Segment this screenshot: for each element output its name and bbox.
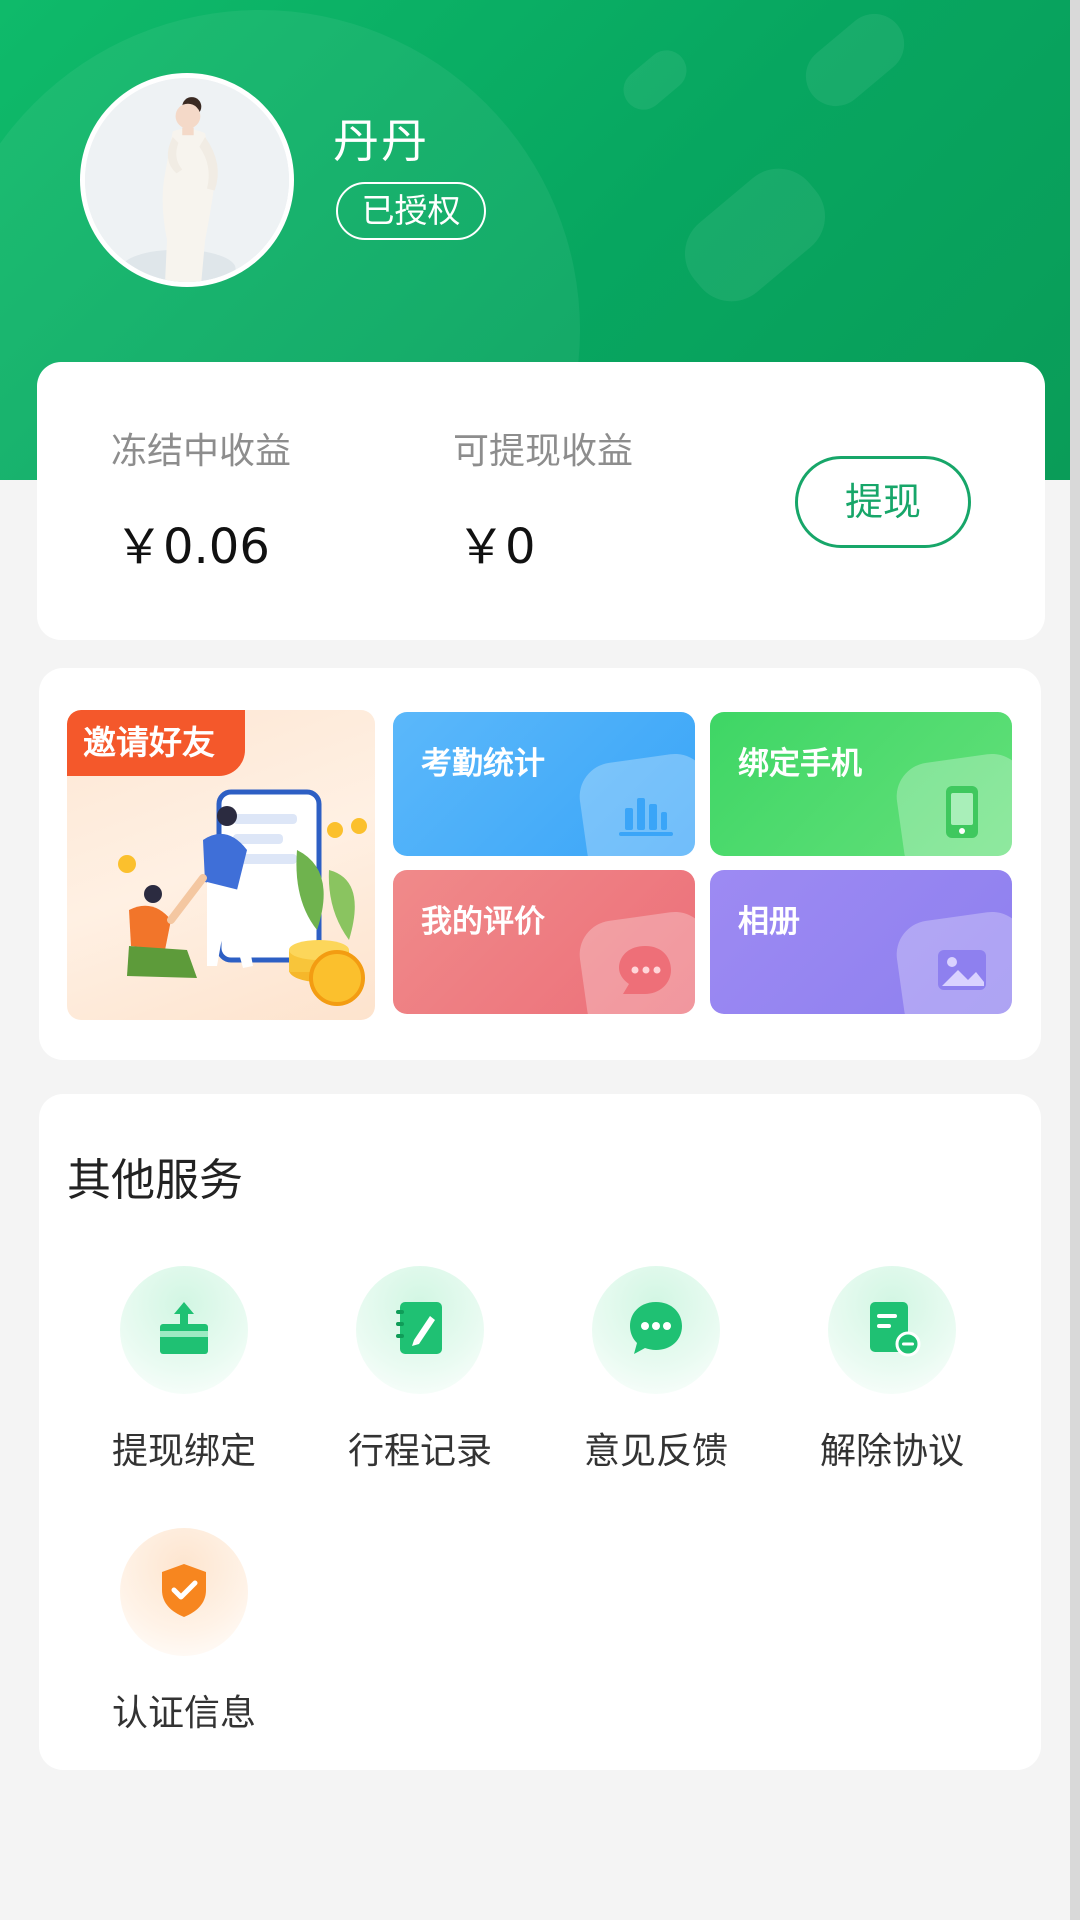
service-label: 行程记录 bbox=[347, 1431, 492, 1472]
document-remove-icon bbox=[870, 1302, 921, 1357]
service-icon-circle bbox=[120, 1266, 248, 1394]
service-terminate-agreement[interactable]: 解除协议 bbox=[792, 1266, 992, 1474]
auth-status-badge: 已授权 bbox=[336, 182, 486, 240]
service-icon-circle bbox=[592, 1266, 720, 1394]
service-label: 提现绑定 bbox=[111, 1431, 256, 1472]
image-icon bbox=[938, 950, 986, 990]
avatar-photo bbox=[85, 78, 289, 282]
service-icon-circle bbox=[356, 1266, 484, 1394]
upload-card-icon bbox=[160, 1302, 208, 1354]
frozen-earnings-value: ￥0.06 bbox=[115, 519, 270, 575]
tile-album[interactable]: 相册 bbox=[710, 870, 1012, 1014]
user-name: 丹丹 bbox=[333, 114, 429, 168]
withdrawable-earnings-value: ￥0 bbox=[457, 519, 536, 575]
tile-label: 绑定手机 bbox=[738, 746, 862, 782]
header-decoration bbox=[615, 42, 695, 118]
service-icon-circle bbox=[120, 1528, 248, 1656]
invite-illustration bbox=[118, 789, 367, 1006]
earnings-card: 冻结中收益 ￥0.06 可提现收益 ￥0 提现 bbox=[37, 362, 1045, 640]
feature-tiles-card: 邀请好友 考勤统计 绑定手机 我的评价 相册 bbox=[39, 668, 1041, 1060]
withdrawable-earnings-label: 可提现收益 bbox=[453, 431, 634, 472]
scrollbar[interactable] bbox=[1070, 0, 1080, 1920]
tile-my-reviews[interactable]: 我的评价 bbox=[393, 870, 695, 1014]
notebook-pen-icon bbox=[396, 1302, 442, 1354]
tile-attendance-stats[interactable]: 考勤统计 bbox=[393, 712, 695, 856]
invite-friends-banner[interactable]: 邀请好友 bbox=[67, 710, 375, 1020]
header-decoration bbox=[668, 152, 842, 318]
service-label: 意见反馈 bbox=[583, 1431, 728, 1472]
other-services-card: 其他服务 提现绑定 行程记录 意见反馈 解除协议 认证信息 bbox=[39, 1094, 1041, 1770]
tile-bind-phone[interactable]: 绑定手机 bbox=[710, 712, 1012, 856]
services-title: 其他服务 bbox=[67, 1155, 243, 1206]
service-withdraw-binding[interactable]: 提现绑定 bbox=[84, 1266, 284, 1474]
avatar[interactable] bbox=[80, 73, 294, 287]
invite-friends-label: 邀请好友 bbox=[67, 710, 245, 776]
service-label: 认证信息 bbox=[111, 1693, 256, 1734]
service-certification-info[interactable]: 认证信息 bbox=[84, 1528, 284, 1736]
frozen-earnings-label: 冻结中收益 bbox=[111, 431, 292, 472]
shield-check-icon bbox=[162, 1564, 206, 1617]
bar-chart-icon bbox=[619, 798, 673, 836]
header-decoration bbox=[793, 1, 917, 119]
tile-label: 我的评价 bbox=[421, 904, 545, 940]
tile-label: 考勤统计 bbox=[421, 746, 545, 782]
service-trip-records[interactable]: 行程记录 bbox=[320, 1266, 520, 1474]
tile-label: 相册 bbox=[738, 904, 800, 940]
withdraw-button[interactable]: 提现 bbox=[795, 456, 971, 548]
service-label: 解除协议 bbox=[819, 1431, 964, 1472]
service-icon-circle bbox=[828, 1266, 956, 1394]
service-feedback[interactable]: 意见反馈 bbox=[556, 1266, 756, 1474]
phone-icon bbox=[946, 786, 978, 838]
chat-bubble-icon bbox=[619, 946, 671, 994]
feedback-chat-icon bbox=[630, 1302, 682, 1354]
